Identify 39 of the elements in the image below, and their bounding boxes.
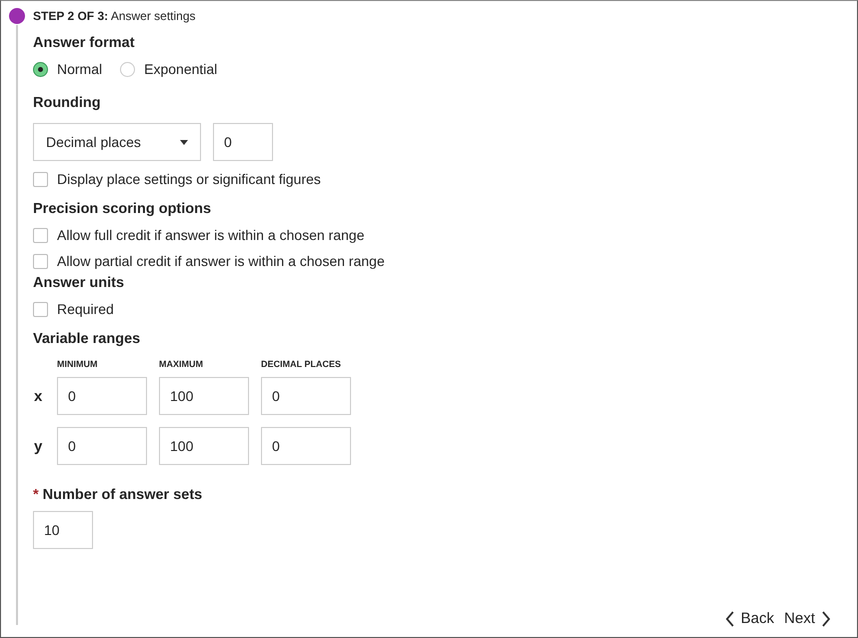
checkbox-label: Required: [57, 301, 114, 317]
field-label: * Number of answer sets: [33, 487, 204, 503]
section-heading: Precision scoring options: [33, 201, 212, 217]
checkbox[interactable]: [33, 228, 48, 242]
rounding-dropdown[interactable]: Decimal places: [33, 123, 201, 161]
checkbox[interactable]: [33, 302, 48, 316]
next-button[interactable]: Next: [784, 610, 831, 627]
checkbox[interactable]: [33, 254, 48, 268]
chevron-left-icon: [724, 610, 735, 626]
column-header: MAXIMUM: [159, 359, 204, 369]
answer-sets-input[interactable]: 10: [33, 511, 93, 549]
radio-button[interactable]: [120, 62, 136, 76]
range-input[interactable]: 100: [159, 377, 249, 415]
caret-icon: [180, 140, 188, 144]
back-button[interactable]: Back: [724, 610, 774, 627]
radio-label: Exponential: [144, 61, 218, 77]
chevron-right-icon: [821, 610, 831, 626]
section-heading: Variable ranges: [33, 331, 142, 347]
range-input[interactable]: 0: [57, 427, 147, 465]
variable-name: y: [34, 438, 44, 454]
checkbox[interactable]: [33, 172, 48, 186]
variable-name: x: [34, 388, 44, 404]
radio-button[interactable]: [33, 62, 48, 76]
column-header: DECIMAL PLACES: [261, 359, 342, 369]
rounding-input[interactable]: 0: [213, 123, 273, 161]
checkbox-label: Allow partial credit if answer is within a chosen range: [57, 253, 385, 269]
checkbox-label: Allow full credit if answer is within a chosen range: [57, 227, 364, 243]
step-title: STEP 2 OF 3: Answer settings: [33, 9, 196, 23]
section-heading: Rounding: [33, 95, 102, 111]
range-input[interactable]: 0: [261, 427, 351, 465]
range-input[interactable]: 100: [159, 427, 249, 465]
radio-label: Normal: [57, 61, 102, 77]
step-marker-icon: [9, 8, 25, 24]
range-input[interactable]: 0: [57, 377, 147, 415]
section-heading: Answer format: [33, 35, 136, 51]
range-input[interactable]: 0: [261, 377, 351, 415]
column-header: MINIMUM: [57, 359, 98, 369]
section-heading: Answer units: [33, 275, 126, 291]
checkbox-label: Display place settings or significant figures: [57, 171, 321, 187]
